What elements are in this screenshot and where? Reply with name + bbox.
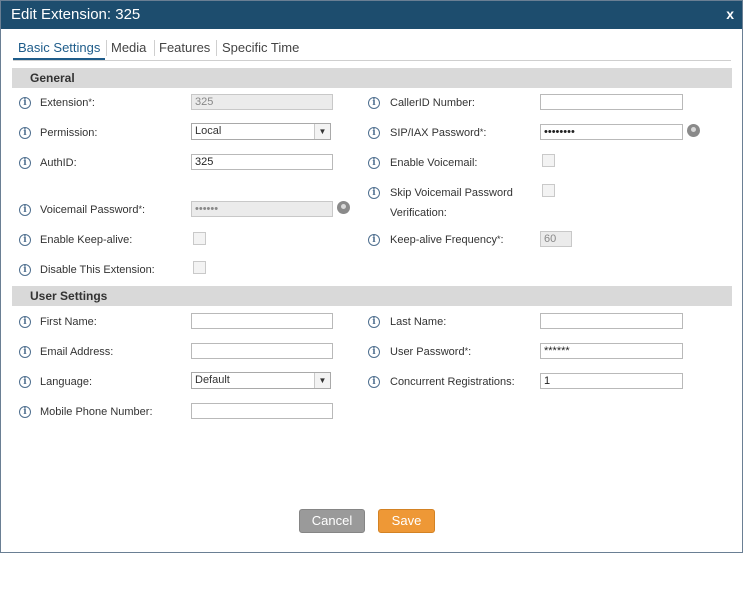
authid-input[interactable]: 325 [191,154,333,170]
skip-voicemail-label-line1: Skip Voicemail Password [390,187,513,199]
info-icon[interactable]: i [368,316,380,328]
info-icon[interactable]: i [19,127,31,139]
extension-input: 325 [191,94,333,110]
info-icon[interactable]: i [368,187,380,199]
section-title: General [30,71,75,85]
save-button[interactable]: Save [378,509,435,533]
chevron-down-icon: ▼ [314,124,330,139]
dialog-title: Edit Extension: 325 [11,6,141,23]
edit-extension-dialog: Edit Extension: 325 x Basic Settings Med… [0,0,743,553]
language-value: Default [195,374,230,386]
last-name-input[interactable] [540,313,683,329]
info-icon[interactable]: i [19,316,31,328]
first-name-input[interactable] [191,313,333,329]
extension-label: Extension*: [40,97,95,109]
info-icon[interactable]: i [368,346,380,358]
language-select[interactable]: Default ▼ [191,372,331,389]
authid-label: AuthID: [40,157,77,169]
last-name-label: Last Name: [390,316,447,328]
tab-media[interactable]: Media [106,38,151,58]
language-label: Language: [40,376,92,388]
info-icon[interactable]: i [19,376,31,388]
cancel-button[interactable]: Cancel [299,509,365,533]
keep-alive-label: Enable Keep-alive: [40,234,133,246]
info-icon[interactable]: i [19,234,31,246]
info-icon[interactable]: i [19,406,31,418]
section-user-settings: User Settings [12,286,732,306]
enable-voicemail-label: Enable Voicemail: [390,157,478,169]
voicemail-password-input: •••••• [191,201,333,217]
sip-password-label: SIP/IAX Password*: [390,127,487,139]
keep-alive-frequency-label: Keep-alive Frequency*: [390,234,504,246]
keep-alive-frequency-input: 60 [540,231,572,247]
mobile-phone-input[interactable] [191,403,333,419]
tab-specific-time[interactable]: Specific Time [217,38,304,58]
section-general: General [12,68,732,88]
keep-alive-checkbox[interactable] [193,232,206,245]
info-icon[interactable]: i [368,234,380,246]
skip-voicemail-checkbox[interactable] [542,184,555,197]
chevron-down-icon: ▼ [314,373,330,388]
info-icon[interactable]: i [19,204,31,216]
close-icon[interactable]: x [726,6,734,22]
info-icon[interactable]: i [19,97,31,109]
info-icon[interactable]: i [19,346,31,358]
permission-label: Permission: [40,127,98,139]
concurrent-registrations-input[interactable]: 1 [540,373,683,389]
info-icon[interactable]: i [368,376,380,388]
email-input[interactable] [191,343,333,359]
tab-basic-settings[interactable]: Basic Settings [13,38,106,60]
concurrent-registrations-label: Concurrent Registrations: [390,376,515,388]
skip-voicemail-label-line2: Verification: [390,207,447,219]
permission-select[interactable]: Local ▼ [191,123,331,140]
info-icon[interactable]: i [19,157,31,169]
info-icon[interactable]: i [368,97,380,109]
tab-features[interactable]: Features [154,38,215,58]
user-password-input[interactable]: ****** [540,343,683,359]
sip-password-input[interactable]: •••••••• [540,124,683,140]
callerid-label: CallerID Number: [390,97,475,109]
permission-value: Local [195,125,222,137]
user-password-label: User Password*: [390,346,472,358]
enable-voicemail-checkbox[interactable] [542,154,555,167]
info-icon[interactable]: i [368,127,380,139]
disable-extension-checkbox[interactable] [193,261,206,274]
show-password-icon[interactable] [687,124,700,137]
title-bar: Edit Extension: 325 x [1,1,742,29]
first-name-label: First Name: [40,316,97,328]
tab-bar: Basic Settings Media Features Specific T… [13,38,731,61]
section-title: User Settings [30,289,108,303]
disable-extension-label: Disable This Extension: [40,264,155,276]
voicemail-password-label: Voicemail Password*: [40,204,146,216]
email-label: Email Address: [40,346,114,358]
info-icon[interactable]: i [19,264,31,276]
mobile-phone-label: Mobile Phone Number: [40,406,153,418]
show-password-icon[interactable] [337,201,350,214]
callerid-input[interactable] [540,94,683,110]
info-icon[interactable]: i [368,157,380,169]
